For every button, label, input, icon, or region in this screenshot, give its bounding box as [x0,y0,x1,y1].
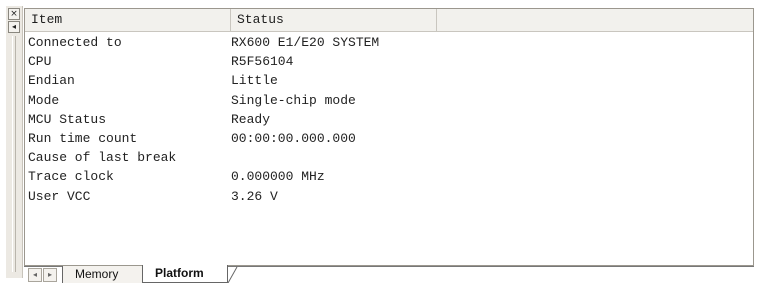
scroll-left-icon[interactable]: ◂ [28,268,42,282]
list-row[interactable]: MCU Status Ready [25,110,753,129]
column-header-item[interactable]: Item [25,9,231,31]
list-row[interactable]: Endian Little [25,71,753,90]
list-row[interactable]: Run time count 00:00:00.000.000 [25,129,753,148]
pin-icon[interactable]: ◂ [8,21,20,33]
row-status: RX600 E1/E20 SYSTEM [231,35,380,50]
tab-strip: ◂ ▸ Memory Platform [24,265,754,284]
list-row[interactable]: CPU R5F56104 [25,52,753,71]
scroll-right-icon[interactable]: ▸ [43,268,57,282]
grip-bar[interactable] [12,36,16,272]
row-item: CPU [28,54,52,70]
tab-platform-label: Platform [155,266,204,280]
row-status: R5F56104 [231,54,294,70]
list-row[interactable]: Trace clock 0.000000 MHz [25,167,753,186]
row-item: Run time count [28,130,138,146]
row-status: 00:00:00.000.000 [231,130,356,146]
row-item: Connected to [28,35,122,50]
row-item: Cause of last break [28,150,177,166]
row-item: Mode [28,92,60,108]
platform-status-window: × ◂ Item Status Connected to RX600 E1/E2… [6,6,754,284]
tab-platform[interactable]: Platform [142,265,228,283]
row-item: MCU Status [28,111,107,127]
tab-memory[interactable]: Memory [62,266,144,283]
column-header-status[interactable]: Status [231,9,437,31]
row-status: 3.26 V [231,188,278,204]
list-row[interactable]: Connected to RX600 E1/E20 SYSTEM [25,33,753,52]
column-header-filler [437,9,753,31]
list-row[interactable]: User VCC 3.26 V [25,187,753,206]
row-status: 0.000000 MHz [231,169,325,185]
list-rows: Connected to RX600 E1/E20 SYSTEM CPU R5F… [25,33,753,206]
close-icon[interactable]: × [8,8,20,20]
tab-memory-label: Memory [75,267,119,281]
status-list: Item Status Connected to RX600 E1/E20 SY… [24,8,754,266]
row-item: User VCC [28,188,91,204]
row-status: Single-chip mode [231,92,356,108]
tab-edge [228,266,238,283]
row-status: Little [231,73,278,89]
list-header: Item Status [25,9,753,32]
docking-grip[interactable]: × ◂ [6,6,23,278]
list-row[interactable]: Mode Single-chip mode [25,91,753,110]
row-item: Trace clock [28,169,114,185]
list-row[interactable]: Cause of last break [25,148,753,167]
row-item: Endian [28,73,75,89]
row-status: Ready [231,111,271,127]
